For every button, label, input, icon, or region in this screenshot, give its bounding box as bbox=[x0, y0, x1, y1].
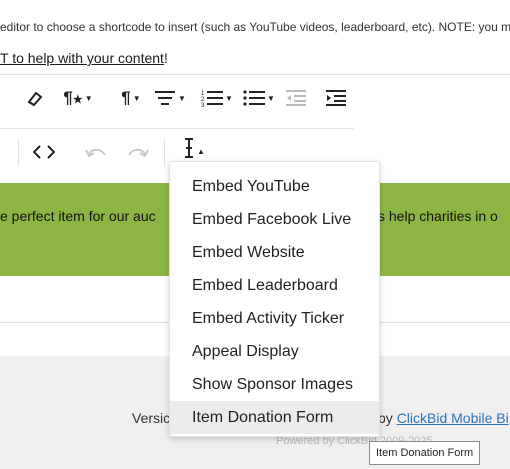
redo-button[interactable] bbox=[126, 138, 150, 166]
unordered-list-button[interactable]: ▼ bbox=[242, 84, 276, 112]
ordered-list-icon: 123 bbox=[201, 91, 224, 107]
menu-item-embed-website[interactable]: Embed Website bbox=[170, 236, 379, 269]
chevron-down-icon: ▲ bbox=[197, 146, 205, 156]
indent-icon bbox=[326, 90, 346, 106]
indent-button[interactable] bbox=[324, 84, 348, 112]
menu-item-embed-activity-ticker[interactable]: Embed Activity Ticker bbox=[170, 302, 379, 335]
footer-by-label: by bbox=[378, 410, 397, 426]
eraser-icon bbox=[27, 91, 43, 107]
chevron-down-icon: ▼ bbox=[132, 93, 141, 103]
menu-item-embed-leaderboard[interactable]: Embed Leaderboard bbox=[170, 269, 379, 302]
paragraph-button[interactable]: ¶ ▼ bbox=[114, 84, 148, 112]
help-line: T to help with your content! bbox=[0, 50, 168, 66]
menu-item-show-sponsor-images[interactable]: Show Sponsor Images bbox=[170, 368, 379, 401]
chevron-down-icon: ▼ bbox=[225, 93, 233, 103]
toolbar-separator bbox=[18, 140, 19, 166]
align-icon bbox=[155, 91, 176, 105]
align-button[interactable]: ▼ bbox=[152, 84, 188, 112]
banner-text-continued: s help charities in o bbox=[378, 208, 498, 224]
paragraph-style-icon: ¶★ bbox=[63, 88, 83, 107]
menu-item-appeal-display[interactable]: Appeal Display bbox=[170, 335, 379, 368]
svg-text:3: 3 bbox=[201, 103, 205, 107]
ordered-list-button[interactable]: 1 2 3 ▼ bbox=[200, 84, 234, 112]
help-link[interactable]: T to help with your content bbox=[0, 50, 164, 66]
chevron-down-icon: ▼ bbox=[178, 93, 186, 103]
undo-icon bbox=[85, 148, 106, 158]
paragraph-icon: ¶ bbox=[121, 88, 131, 107]
editor-instructions: editor to choose a shortcode to insert (… bbox=[0, 20, 510, 34]
shortcode-dropdown-menu: Embed YouTube Embed Facebook Live Embed … bbox=[169, 161, 380, 437]
divider bbox=[0, 74, 510, 75]
code-view-icon bbox=[33, 145, 55, 159]
chevron-down-icon: ▼ bbox=[267, 93, 275, 103]
outdent-button[interactable] bbox=[284, 84, 308, 112]
tooltip: Item Donation Form bbox=[369, 441, 481, 465]
help-suffix: ! bbox=[163, 50, 168, 66]
banner-text: e perfect item for our auc bbox=[0, 208, 156, 224]
menu-item-embed-youtube[interactable]: Embed YouTube bbox=[170, 170, 379, 203]
undo-button[interactable] bbox=[84, 138, 108, 166]
footer-version: Versic bbox=[132, 410, 171, 426]
menu-item-item-donation-form[interactable]: Item Donation Form bbox=[170, 401, 379, 434]
unordered-list-icon bbox=[243, 90, 266, 106]
chevron-down-icon: ▼ bbox=[84, 93, 93, 103]
redo-icon bbox=[128, 148, 149, 158]
toolbar-divider bbox=[0, 128, 354, 129]
shortcode-button[interactable]: ▲ bbox=[176, 134, 212, 162]
footer-credit: by ClickBid Mobile Bi bbox=[378, 410, 509, 426]
menu-item-embed-facebook-live[interactable]: Embed Facebook Live bbox=[170, 203, 379, 236]
eraser-button[interactable] bbox=[22, 84, 48, 112]
clickbid-link[interactable]: ClickBid Mobile Bi bbox=[397, 410, 509, 426]
shortcode-cursor-icon bbox=[185, 138, 194, 158]
code-view-button[interactable] bbox=[30, 138, 58, 166]
paragraph-style-button[interactable]: ¶★ ▼ bbox=[58, 84, 98, 112]
toolbar-separator bbox=[164, 140, 165, 166]
outdent-icon bbox=[286, 90, 306, 106]
